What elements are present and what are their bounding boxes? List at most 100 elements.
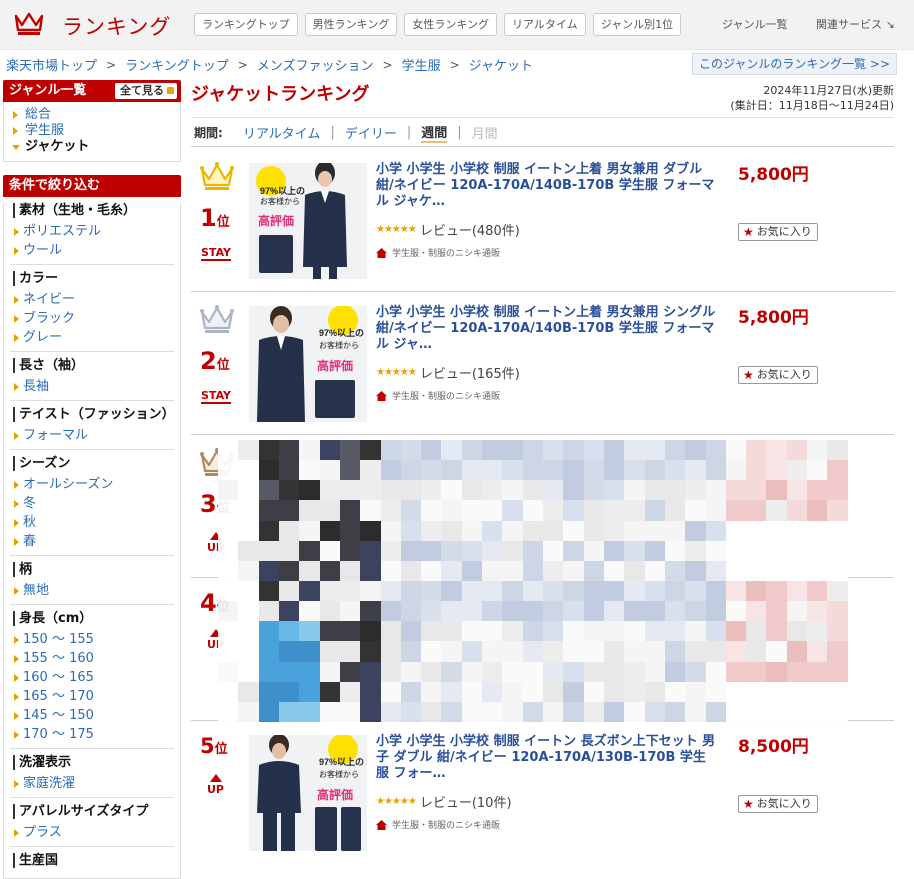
review-summary[interactable]: ★★★★★ レビュー(480件) — [376, 220, 520, 239]
filter-option[interactable]: 秋 — [4, 513, 180, 532]
filter-option[interactable]: 春 — [4, 532, 180, 551]
star-rating-icon: ★★★★★ — [376, 367, 417, 378]
shop-link[interactable]: 学生服・制服のニシキ通販 — [376, 818, 500, 831]
mosaic-tile — [461, 440, 483, 461]
filter-option[interactable]: ウール — [4, 241, 180, 260]
shop-link[interactable]: 学生服・制服のニシキ通販 — [376, 246, 500, 259]
mosaic-tile — [563, 520, 584, 541]
mosaic-tile — [624, 540, 645, 561]
mosaic-tile — [278, 621, 300, 642]
filter-option[interactable]: ブラック — [4, 309, 180, 328]
mosaic-tile — [380, 560, 401, 581]
filter-option[interactable]: 165 ～ 170 — [4, 687, 180, 706]
see-all-button[interactable]: 全て見る — [115, 83, 177, 99]
product-image[interactable]: 97%以上の お客様から 高評価 — [249, 306, 367, 422]
mosaic-tile — [502, 621, 523, 642]
mosaic-tile — [319, 440, 340, 461]
mosaic-tile — [441, 701, 462, 722]
genre-item-school-uniform[interactable]: 学生服 — [4, 123, 180, 139]
mosaic-tile — [705, 621, 726, 642]
add-favorite-button[interactable]: ★ お気に入り — [738, 223, 818, 241]
genre-ranking-list-link[interactable]: このジャンルのランキング一覧 >> — [692, 53, 897, 75]
product-image[interactable]: 97%以上の お客様から 高評価 — [249, 163, 367, 279]
mosaic-tile — [522, 520, 543, 541]
add-favorite-button[interactable]: ★ お気に入り — [738, 795, 818, 813]
filter-option[interactable]: 155 ～ 160 — [4, 649, 180, 668]
filter-option[interactable]: プラス — [4, 823, 180, 842]
breadcrumb-item[interactable]: ジャケット — [469, 55, 533, 74]
tab-ranking-top[interactable]: ランキングトップ — [194, 13, 298, 36]
filter-option[interactable]: 150 ～ 155 — [4, 630, 180, 649]
period-daily[interactable]: デイリー — [345, 123, 397, 142]
mosaic-tile — [624, 661, 645, 682]
mosaic-tile — [664, 601, 686, 622]
filter-option[interactable]: オールシーズン — [4, 475, 180, 494]
filter-option[interactable]: ネイビー — [4, 290, 180, 309]
review-summary[interactable]: ★★★★★ レビュー(10件) — [376, 792, 512, 811]
filter-option[interactable]: 160 ～ 165 — [4, 668, 180, 687]
mosaic-tile — [624, 601, 645, 622]
breadcrumb-item[interactable]: ランキングトップ — [125, 55, 229, 74]
mosaic-tile — [441, 641, 462, 662]
mosaic-tile — [624, 460, 645, 481]
add-favorite-button[interactable]: ★ お気に入り — [738, 366, 818, 384]
genre-item-overall[interactable]: 総合 — [4, 107, 180, 123]
filter-title: 長さ（袖） — [13, 358, 180, 373]
mosaic-tile — [380, 540, 401, 561]
filter-option[interactable]: 家庭洗濯 — [4, 774, 180, 793]
product-title-link[interactable]: 小学 小学生 小学校 制服 イートン上着 男女兼用 シングル 紺/ネイビー 12… — [376, 305, 716, 353]
mosaic-tile — [746, 440, 767, 461]
filter-option[interactable]: グレー — [4, 328, 180, 347]
crown-logo-icon[interactable] — [14, 10, 44, 36]
mosaic-tile — [603, 560, 625, 581]
product-title-link[interactable]: 小学 小学生 小学校 制服 イートン 長ズボン上下セット 男子 ダブル 紺/ネイ… — [376, 734, 716, 782]
breadcrumb-item[interactable]: メンズファッション — [257, 55, 374, 74]
tab-realtime[interactable]: リアルタイム — [504, 13, 586, 36]
mosaic-tile — [766, 460, 787, 481]
mosaic-tile — [583, 701, 604, 722]
product-title-link[interactable]: 小学 小学生 小学校 制服 イートン上着 男女兼用 ダブル 紺/ネイビー 120… — [376, 162, 716, 210]
mosaic-tile — [218, 560, 239, 581]
mosaic-tile — [563, 460, 584, 481]
mosaic-tile — [441, 681, 462, 702]
mosaic-tile — [258, 480, 279, 501]
filter-option[interactable]: フォーマル — [4, 426, 180, 445]
mosaic-tile — [319, 641, 340, 662]
tab-female-ranking[interactable]: 女性ランキング — [404, 13, 498, 36]
mosaic-tile — [603, 480, 625, 501]
period-realtime[interactable]: リアルタイム — [243, 123, 321, 142]
mosaic-tile — [441, 580, 462, 602]
mosaic-tile — [400, 601, 422, 622]
ranking-logo-text[interactable]: ランキング — [62, 11, 171, 41]
mosaic-tile — [238, 540, 259, 561]
filter-option[interactable]: 冬 — [4, 494, 180, 513]
tab-male-ranking[interactable]: 男性ランキング — [304, 13, 398, 36]
mosaic-tile — [319, 681, 340, 702]
mosaic-tile — [563, 560, 584, 581]
filter-option[interactable]: 無地 — [4, 581, 180, 600]
shop-link[interactable]: 学生服・制服のニシキ通販 — [376, 389, 500, 402]
mosaic-tile — [461, 480, 483, 501]
mosaic-tile — [258, 641, 279, 662]
filter-option[interactable]: 145 ～ 150 — [4, 706, 180, 725]
mosaic-tile — [705, 500, 726, 521]
mosaic-tile — [299, 460, 320, 481]
mosaic-tile — [664, 440, 686, 461]
filter-option[interactable]: 170 ～ 175 — [4, 725, 180, 744]
mosaic-tile — [400, 440, 422, 461]
genre-list-link[interactable]: ジャンル一覧 — [722, 16, 787, 32]
review-summary[interactable]: ★★★★★ レビュー(165件) — [376, 363, 520, 382]
filter-section: カラー ネイビー ブラック グレー — [4, 271, 180, 352]
mosaic-tile — [583, 621, 604, 642]
breadcrumb-item[interactable]: 学生服 — [402, 55, 441, 74]
related-services-link[interactable]: 関連サービス ↘ — [816, 16, 895, 32]
filter-option[interactable]: ポリエステル — [4, 222, 180, 241]
filter-option[interactable]: 長袖 — [4, 377, 180, 396]
mosaic-tile — [218, 460, 239, 481]
tab-genre-first[interactable]: ジャンル別1位 — [592, 13, 682, 36]
mosaic-tile — [827, 701, 848, 722]
mosaic-tile — [238, 560, 259, 581]
breadcrumb-item[interactable]: 楽天市場トップ — [6, 55, 97, 74]
mosaic-tile — [746, 661, 767, 682]
product-image[interactable]: 97%以上の お客様から 高評価 — [249, 735, 367, 851]
